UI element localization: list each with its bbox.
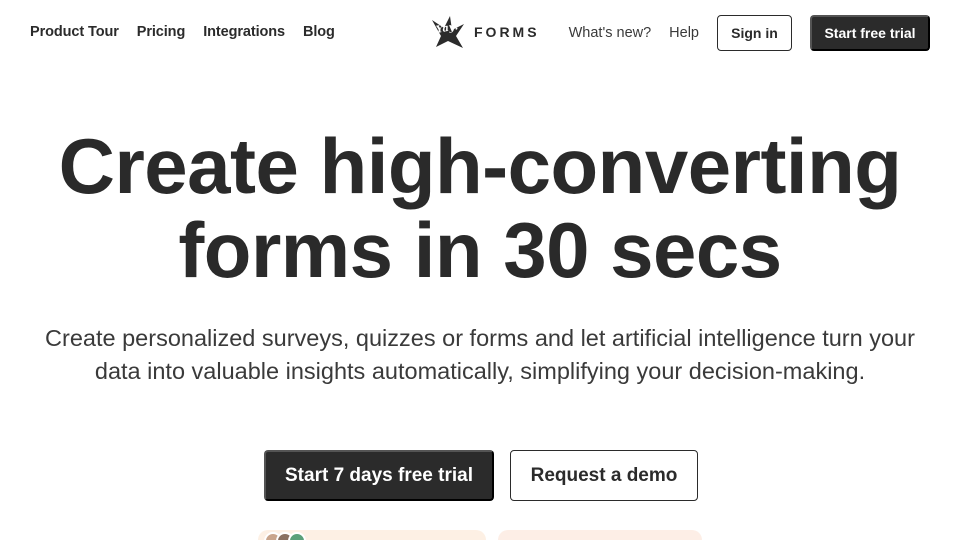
hero-title-line-1: Create high-converting <box>58 122 902 210</box>
start-free-trial-button[interactable]: Start free trial <box>810 15 930 51</box>
brand-logo[interactable]: Yay! FORMS <box>430 14 540 50</box>
yayforms-logo-icon: Yay! <box>430 14 466 50</box>
hero-cta-group: Start 7 days free trial Request a demo <box>264 450 698 501</box>
nav-link-pricing[interactable]: Pricing <box>137 24 186 40</box>
avatar-group <box>264 532 306 540</box>
header-actions: What's new? Help Sign in Start free tria… <box>569 15 930 51</box>
start-7-days-trial-button[interactable]: Start 7 days free trial <box>264 450 494 501</box>
request-demo-button[interactable]: Request a demo <box>510 450 698 501</box>
nav-link-integrations[interactable]: Integrations <box>203 24 285 40</box>
logo-wordmark: FORMS <box>474 24 540 40</box>
nav-link-blog[interactable]: Blog <box>303 24 335 40</box>
preview-card-right <box>498 530 702 540</box>
hero-subtitle-line-1: Create personalized surveys, quizzes or … <box>45 325 915 351</box>
sign-in-button[interactable]: Sign in <box>717 15 792 51</box>
nav-link-whats-new[interactable]: What's new? <box>569 25 652 41</box>
hero-title-line-2: forms in 30 secs <box>178 206 782 294</box>
hero-subtitle: Create personalized surveys, quizzes or … <box>40 322 920 388</box>
primary-nav: Product Tour Pricing Integrations Blog <box>30 24 335 40</box>
nav-link-product-tour[interactable]: Product Tour <box>30 24 119 40</box>
hero-title: Create high-converting forms in 30 secs <box>0 124 960 292</box>
hero-subtitle-line-2: data into valuable insights automaticall… <box>94 358 866 384</box>
nav-link-help[interactable]: Help <box>669 25 699 41</box>
